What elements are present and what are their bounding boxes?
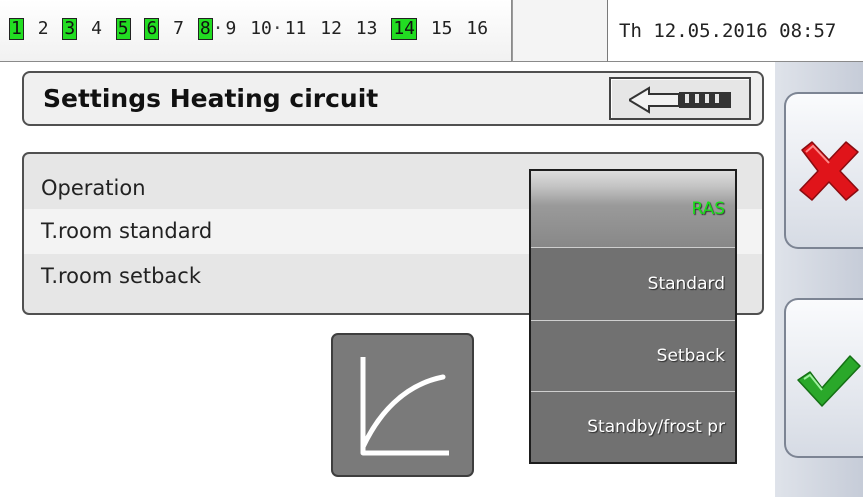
output-indicator: 10 bbox=[250, 18, 272, 39]
output-link-dot: · bbox=[212, 18, 224, 39]
dropdown-option-standby[interactable]: Standby/frost pr bbox=[531, 391, 735, 462]
operation-dropdown: RAS Standard Setback Standby/frost pr bbox=[529, 169, 737, 464]
param-label: T.room setback bbox=[41, 264, 202, 288]
status-bar-blank-button[interactable] bbox=[512, 0, 608, 62]
back-arrow-icon bbox=[629, 86, 731, 114]
param-label: T.room standard bbox=[41, 219, 213, 243]
output-indicator: 12 bbox=[320, 18, 342, 39]
output-indicator: 15 bbox=[430, 18, 453, 39]
confirm-button[interactable] bbox=[784, 298, 863, 458]
cancel-button[interactable] bbox=[784, 92, 863, 249]
output-indicator: 16 bbox=[466, 18, 489, 39]
heating-curve-button[interactable] bbox=[331, 333, 474, 477]
outputs-indicator[interactable]: 1 2 3 4 5 6 7 8 · 9 10· 11 12 13 14 15 16 bbox=[0, 0, 512, 62]
param-label: Operation bbox=[41, 176, 146, 200]
output-indicator: 5 bbox=[115, 18, 131, 40]
page-title: Settings Heating circuit bbox=[43, 84, 379, 113]
output-indicator: 2 bbox=[37, 18, 49, 39]
output-indicator: 13 bbox=[355, 18, 378, 39]
heating-curve-icon bbox=[360, 357, 449, 456]
title-bar: Settings Heating circuit bbox=[22, 71, 764, 126]
dropdown-option-standard[interactable]: Standard bbox=[531, 247, 735, 320]
output-indicator: 8 bbox=[197, 18, 213, 40]
datetime-display[interactable]: Th 12.05.2016 08:57 bbox=[608, 0, 863, 62]
output-indicator: 6 bbox=[144, 18, 160, 40]
green-check-icon bbox=[797, 355, 861, 407]
output-indicator: 14 bbox=[391, 18, 417, 40]
output-link-dot: · bbox=[271, 18, 283, 39]
outputs-strip: 1 2 3 4 5 6 7 8 · 9 10· 11 12 13 14 15 16 bbox=[9, 16, 491, 42]
output-indicator: 4 bbox=[91, 18, 102, 39]
output-indicator: 3 bbox=[62, 18, 78, 40]
red-x-icon bbox=[799, 141, 859, 201]
dropdown-option-ras[interactable]: RAS bbox=[531, 171, 735, 247]
output-indicator: 11 bbox=[284, 18, 307, 39]
status-bar: 1 2 3 4 5 6 7 8 · 9 10· 11 12 13 14 15 16 T… bbox=[0, 0, 863, 62]
output-indicator: 7 bbox=[173, 18, 184, 39]
output-indicator: 9 bbox=[225, 18, 237, 39]
output-indicator: 1 bbox=[9, 18, 24, 40]
dropdown-option-setback[interactable]: Setback bbox=[531, 320, 735, 391]
back-button[interactable] bbox=[609, 77, 751, 120]
